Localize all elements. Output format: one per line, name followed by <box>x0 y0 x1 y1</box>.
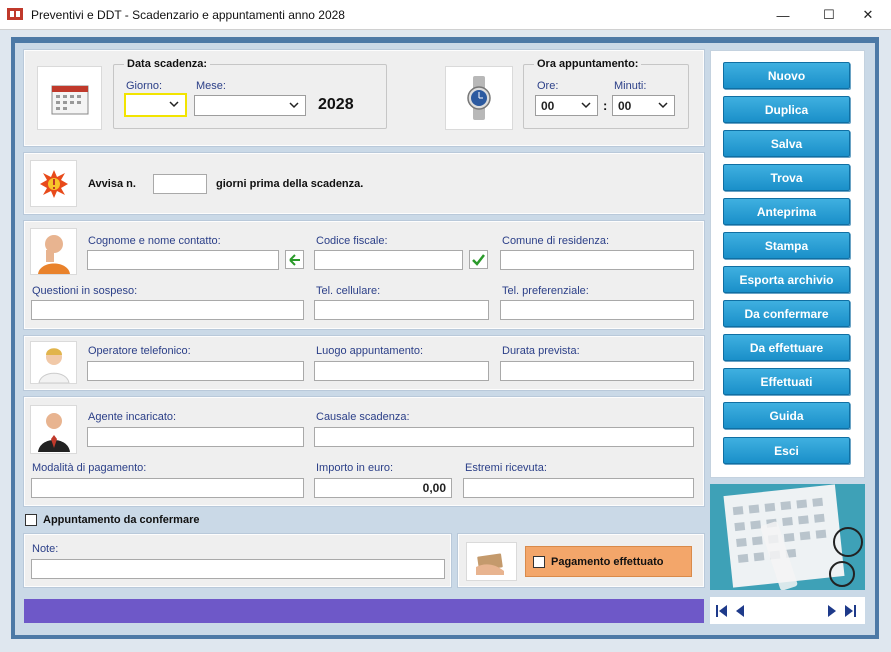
modalita-label: Modalità di pagamento: <box>32 462 147 474</box>
codice-label: Codice fiscale: <box>316 235 388 247</box>
anno-label: 2028 <box>318 96 354 113</box>
stampa-button[interactable]: Stampa <box>723 232 850 259</box>
cellulare-label: Tel. cellulare: <box>316 285 381 297</box>
cellulare-input[interactable] <box>314 300 489 320</box>
time-separator: : <box>603 98 608 113</box>
preferenziale-label: Tel. preferenziale: <box>502 285 589 297</box>
importo-label: Importo in euro: <box>316 462 394 474</box>
trova-button[interactable]: Trova <box>723 164 850 191</box>
note-label: Note: <box>32 543 59 555</box>
agente-label: Agente incaricato: <box>88 411 177 423</box>
window-title: Preventivi e DDT - Scadenzario e appunta… <box>31 8 345 22</box>
ore-label: Ore: <box>537 80 559 92</box>
esporta-archivio-button[interactable]: Esporta archivio <box>723 266 850 293</box>
status-bar <box>24 599 704 623</box>
agente-input[interactable] <box>87 427 304 447</box>
contact-avatar <box>30 228 77 275</box>
payment-icon <box>466 542 517 581</box>
avvisa-label: Avvisa n. <box>88 178 136 190</box>
minuti-value: 00 <box>618 99 632 113</box>
luogo-input[interactable] <box>314 361 489 381</box>
ore-value: 00 <box>541 99 555 113</box>
importo-input[interactable]: 0,00 <box>314 478 452 498</box>
causale-input[interactable] <box>314 427 694 447</box>
mese-select[interactable] <box>194 95 306 116</box>
durata-input[interactable] <box>500 361 694 381</box>
avvisa-suffix: giorni prima della scadenza. <box>216 178 364 190</box>
arrow-left-button[interactable] <box>285 250 304 269</box>
operator-avatar <box>30 341 77 384</box>
da-effettuare-button[interactable]: Da effettuare <box>723 334 850 361</box>
durata-label: Durata prevista: <box>502 345 580 357</box>
checkmark-icon <box>472 254 485 266</box>
minuti-select[interactable]: 00 <box>612 95 675 116</box>
salva-button[interactable]: Salva <box>723 130 850 157</box>
first-record-icon[interactable] <box>715 604 729 618</box>
minimize-button[interactable]: — <box>760 0 806 30</box>
anteprima-button[interactable]: Anteprima <box>723 198 850 225</box>
last-record-icon[interactable] <box>843 604 857 618</box>
operatore-label: Operatore telefonico: <box>88 345 191 357</box>
ore-select[interactable]: 00 <box>535 95 598 116</box>
esci-button[interactable]: Esci <box>723 437 850 464</box>
mese-label: Mese: <box>196 80 226 92</box>
watch-icon <box>445 66 513 130</box>
estremi-label: Estremi ricevuta: <box>465 462 547 474</box>
arrow-left-icon <box>288 253 300 266</box>
chevron-down-icon <box>581 102 591 109</box>
maximize-icon: ☐ <box>823 7 835 22</box>
data-scadenza-legend: Data scadenza: <box>124 58 211 70</box>
comune-input[interactable] <box>500 250 694 270</box>
questioni-input[interactable] <box>31 300 304 320</box>
app-icon <box>7 8 23 20</box>
note-input[interactable] <box>31 559 445 579</box>
giorno-select[interactable] <box>124 93 187 117</box>
close-icon: ✕ <box>862 7 874 22</box>
close-button[interactable]: ✕ <box>845 0 891 30</box>
guida-button[interactable]: Guida <box>723 402 850 429</box>
calendar-photo <box>710 484 865 590</box>
operatore-input[interactable] <box>87 361 304 381</box>
modalita-input[interactable] <box>31 478 304 498</box>
giorno-label: Giorno: <box>126 80 163 92</box>
alert-icon <box>30 160 77 207</box>
conferma-label: Appuntamento da confermare <box>43 514 200 526</box>
title-bar: Preventivi e DDT - Scadenzario e appunta… <box>0 0 891 30</box>
chevron-down-icon <box>289 102 299 109</box>
effettuati-button[interactable]: Effettuati <box>723 368 850 395</box>
agent-avatar <box>30 405 77 454</box>
record-navigation <box>710 597 865 624</box>
luogo-label: Luogo appuntamento: <box>316 345 424 357</box>
chevron-down-icon <box>658 102 668 109</box>
verify-button[interactable] <box>469 250 488 269</box>
da-confermare-button[interactable]: Da confermare <box>723 300 850 327</box>
preferenziale-input[interactable] <box>500 300 694 320</box>
calendar-icon <box>37 66 102 130</box>
chevron-down-icon <box>169 101 179 108</box>
ora-appuntamento-legend: Ora appuntamento: <box>534 58 642 70</box>
causale-label: Causale scadenza: <box>316 411 410 423</box>
minuti-label: Minuti: <box>614 80 647 92</box>
previous-record-icon[interactable] <box>734 604 748 618</box>
next-record-icon[interactable] <box>824 604 838 618</box>
minimize-icon: — <box>776 7 790 23</box>
duplica-button[interactable]: Duplica <box>723 96 850 123</box>
pagamento-checkbox[interactable] <box>533 556 545 568</box>
conferma-checkbox[interactable] <box>25 514 37 526</box>
nuovo-button[interactable]: Nuovo <box>723 62 850 89</box>
comune-label: Comune di residenza: <box>502 235 610 247</box>
avvisa-input[interactable] <box>153 174 207 194</box>
cognome-label: Cognome e nome contatto: <box>88 235 221 247</box>
estremi-input[interactable] <box>463 478 694 498</box>
codice-input[interactable] <box>314 250 463 270</box>
pagamento-label: Pagamento effettuato <box>551 556 664 568</box>
questioni-label: Questioni in sospeso: <box>32 285 138 297</box>
cognome-input[interactable] <box>87 250 279 270</box>
